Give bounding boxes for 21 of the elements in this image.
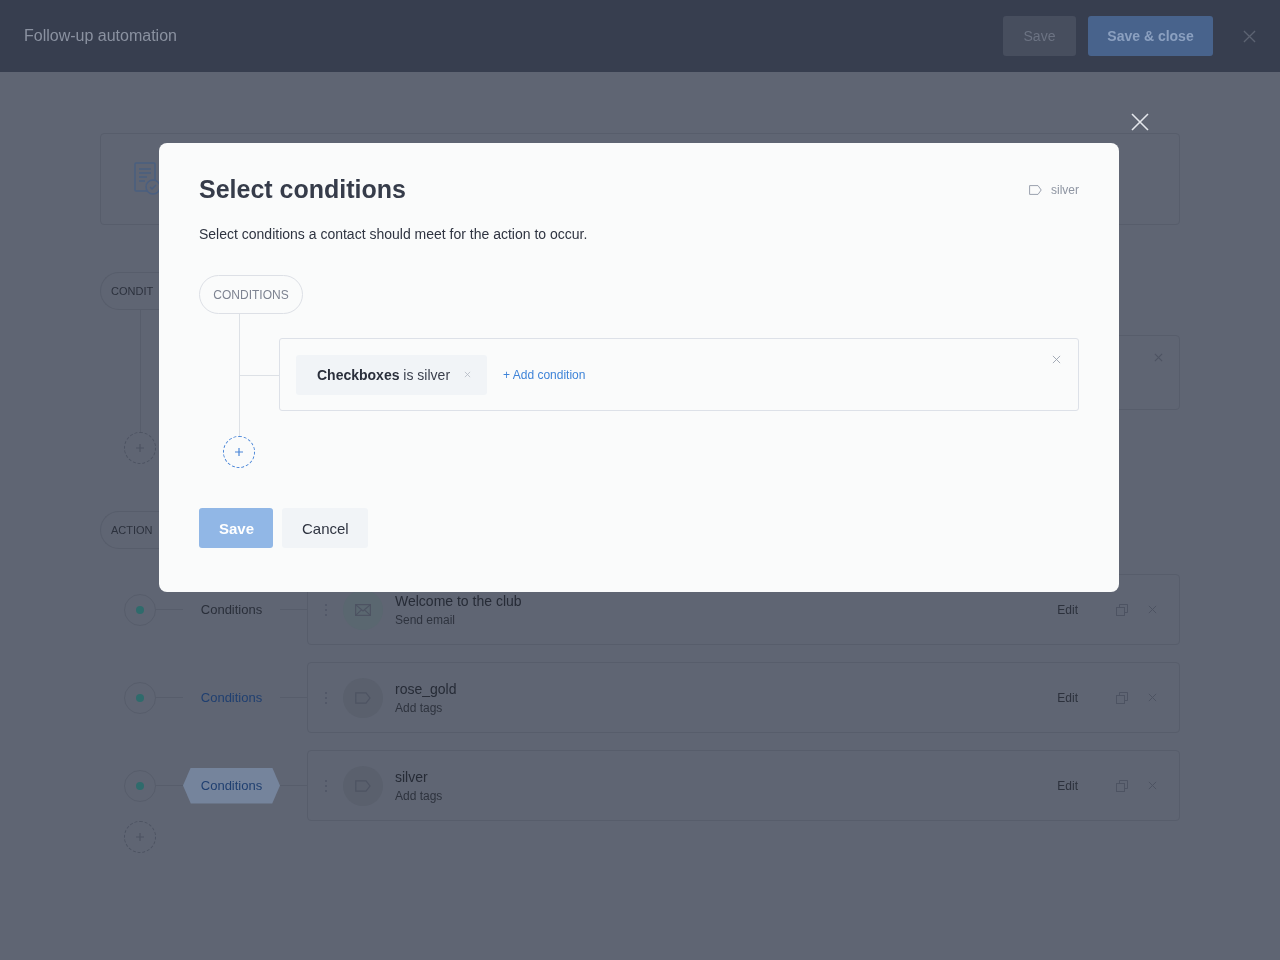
close-icon[interactable] (1052, 355, 1061, 364)
cancel-button[interactable]: Cancel (282, 508, 368, 548)
conditions-link[interactable]: Conditions (183, 591, 280, 628)
tag-icon (1029, 184, 1042, 195)
dialog-title: Select conditions (199, 175, 406, 204)
tag-label: silver (1051, 182, 1079, 197)
save-and-close-button[interactable]: Save & close (1088, 16, 1213, 56)
add-condition-link[interactable]: + Add condition (503, 367, 586, 382)
condition-chip[interactable]: Checkboxes is silver (296, 354, 488, 395)
remove-icon[interactable] (464, 371, 472, 378)
action-title: Welcome to the club (395, 592, 523, 609)
document-check-icon (134, 162, 162, 196)
condition-text: Checkboxes is silver (317, 366, 451, 383)
conditions-link[interactable]: Conditions (183, 767, 280, 804)
action-title: silver (395, 768, 429, 785)
action-title: rose_gold (395, 680, 458, 697)
page-title: Follow-up automation (24, 27, 177, 45)
plus-icon (234, 447, 244, 457)
dialog-description: Select conditions a contact should meet for the action to occur. (199, 226, 589, 242)
conditions-link[interactable]: Conditions (183, 679, 280, 716)
envelope-icon (343, 589, 383, 630)
